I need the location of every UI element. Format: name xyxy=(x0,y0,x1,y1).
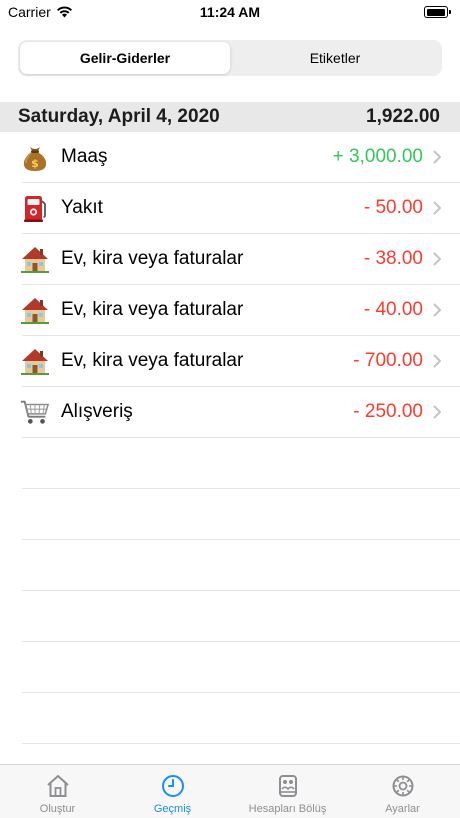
svg-text:$: $ xyxy=(31,157,39,170)
tab-bar: Oluştur Geçmiş Hesapları Bölüş Ayarlar xyxy=(0,764,460,818)
house-icon xyxy=(20,244,50,274)
transaction-amount: - 38.00 xyxy=(363,248,423,269)
chevron-right-icon xyxy=(433,252,441,266)
chevron-right-icon xyxy=(433,354,441,368)
transaction-amount: - 50.00 xyxy=(363,197,423,218)
transaction-amount: - 40.00 xyxy=(363,299,423,320)
transaction-list: $ Maaş + 3,000.00 Yakıt - 50.00 Ev, kira… xyxy=(0,132,460,438)
split-bill-icon xyxy=(278,775,297,797)
chevron-right-icon xyxy=(433,303,441,317)
transaction-label: Alışveriş xyxy=(61,401,133,422)
fuel-pump-icon xyxy=(20,193,50,223)
table-row[interactable]: $ Maaş + 3,000.00 xyxy=(22,132,460,183)
home-icon xyxy=(46,775,69,797)
table-row[interactable]: Ev, kira veya faturalar - 38.00 xyxy=(20,234,460,285)
chevron-right-icon xyxy=(433,201,441,215)
segment-label: Gelir-Giderler xyxy=(79,50,171,66)
segmented-control: Gelir-Giderler Etiketler xyxy=(18,40,442,76)
empty-row xyxy=(22,489,460,540)
clock-icon xyxy=(161,775,184,797)
table-row[interactable]: Ev, kira veya faturalar - 700.00 xyxy=(20,336,460,387)
clock: 11:24 AM xyxy=(199,4,261,20)
section-total: 1,922.00 xyxy=(366,106,440,127)
tab-gecmis[interactable]: Geçmiş xyxy=(115,765,230,818)
transaction-label: Ev, kira veya faturalar xyxy=(61,299,244,320)
transaction-label: Maaş xyxy=(61,146,108,167)
status-bar: Carrier 11:24 AM xyxy=(0,0,460,26)
transaction-label: Yakıt xyxy=(61,197,103,218)
transaction-label: Ev, kira veya faturalar xyxy=(61,248,244,269)
battery-icon xyxy=(424,6,451,18)
table-row[interactable]: Ev, kira veya faturalar - 40.00 xyxy=(20,285,460,336)
tab-ayarlar[interactable]: Ayarlar xyxy=(345,765,460,818)
empty-row xyxy=(22,642,460,693)
gear-icon xyxy=(392,775,413,797)
tab-label: Hesapları Bölüş xyxy=(248,803,327,815)
house-icon xyxy=(20,346,50,376)
transaction-label: Ev, kira veya faturalar xyxy=(61,350,244,371)
table-row[interactable]: Yakıt - 50.00 xyxy=(22,183,460,234)
table-row[interactable]: Alışveriş - 250.00 xyxy=(20,387,460,438)
shopping-cart-icon xyxy=(20,397,50,427)
transaction-amount: - 250.00 xyxy=(353,401,423,422)
empty-row xyxy=(22,438,460,489)
empty-row xyxy=(22,591,460,642)
tab-label: Ayarlar xyxy=(385,803,420,815)
segment-etiketler[interactable]: Etiketler xyxy=(230,42,440,74)
segment-gelir-giderler[interactable]: Gelir-Giderler xyxy=(20,42,230,74)
section-header: Saturday, April 4, 2020 1,922.00 xyxy=(0,102,460,132)
chevron-right-icon xyxy=(433,405,441,419)
empty-row xyxy=(22,693,460,744)
transaction-amount: + 3,000.00 xyxy=(332,146,423,167)
house-icon xyxy=(20,295,50,325)
empty-list-area xyxy=(22,438,460,744)
section-date: Saturday, April 4, 2020 xyxy=(18,106,220,127)
tab-hesaplari-bolus[interactable]: Hesapları Bölüş xyxy=(230,765,345,818)
tab-olustur[interactable]: Oluştur xyxy=(0,765,115,818)
money-bag-icon: $ xyxy=(20,142,50,172)
chevron-right-icon xyxy=(433,150,441,164)
empty-row xyxy=(22,540,460,591)
tab-label: Oluştur xyxy=(39,803,76,815)
transaction-amount: - 700.00 xyxy=(353,350,423,371)
segment-label: Etiketler xyxy=(309,50,361,66)
tab-label: Geçmiş xyxy=(153,803,192,815)
